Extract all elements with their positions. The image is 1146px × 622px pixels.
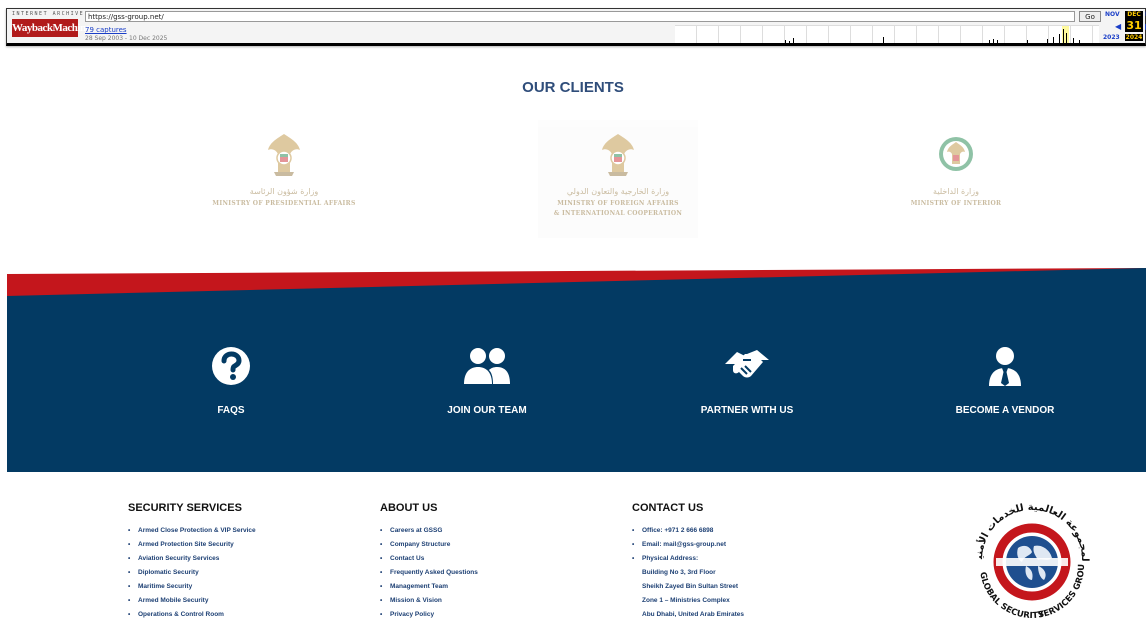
spark-bar [789,41,790,43]
url-input[interactable]: https://gss-group.net/ [85,11,1075,22]
uae-emblem-icon [602,134,634,176]
go-button[interactable]: Go [1079,11,1101,22]
list-item[interactable]: • Company Structure [380,538,478,552]
list-item[interactable]: • Frequently Asked Questions [380,566,478,580]
interior-emblem-icon [939,137,973,171]
month-prev[interactable]: NOV [1105,11,1120,18]
spark-bar [883,37,884,43]
spark-bar [1073,38,1074,43]
list-item[interactable]: • Operations & Control Room [128,608,256,622]
client-interior: وزارة الداخلية MINISTRY OF INTERIOR [876,120,1036,238]
captures-link[interactable]: 79 captures [85,26,127,34]
list-item[interactable]: • Armed Protection Site Security [128,538,256,552]
list-item[interactable]: • Aviation Security Services [128,552,256,566]
about-us-heading: ABOUT US [380,502,438,514]
spark-bar [785,40,786,43]
question-circle-icon [212,347,250,385]
security-services-column: SECURITY SERVICES • Armed Close Protectio… [128,502,256,622]
wayback-toolbar: INTERNET ARCHIVE WaybackMachine https://… [6,8,1146,46]
spark-bar [1047,39,1048,43]
wayback-logo[interactable]: WaybackMachine [12,19,90,37]
list-item[interactable]: • Armed Close Protection & VIP Service [128,524,256,538]
list-item[interactable]: • Diplomatic Security [128,566,256,580]
list-item[interactable]: • Mission & Vision [380,594,478,608]
address-line: Sheikh Zayed Bin Sultan Street [642,583,739,590]
spark-bar [793,38,794,43]
client-english-name: MINISTRY OF PRESIDENTIAL AFFAIRS [212,200,356,207]
client-foreign-affairs: وزارة الخارجية والتعاون الدولي MINISTRY … [538,120,698,238]
spark-bar [1059,34,1060,43]
join-team-link[interactable]: JOIN OUR TEAM [387,346,587,416]
contact-us-heading: CONTACT US [632,502,704,514]
list-item[interactable]: • Management Team [380,580,478,594]
about-us-column: ABOUT US • Careers at GSSG • Company Struc… [380,502,478,622]
address-line: Abu Dhabi, United Arab Emirates [642,611,744,618]
client-arabic-name: وزارة شؤون الرئاسة [249,187,319,196]
handshake-icon [725,350,769,378]
client-arabic-name: وزارة الخارجية والتعاون الدولي [566,187,670,196]
faqs-link[interactable]: FAQS [131,346,331,416]
faqs-label: FAQS [217,405,245,416]
email-link[interactable]: • Email: mail@gss-group.net [632,538,744,552]
calendar-nav: NOV DEC F ◀ 31 ▶ 2023 2024 [1103,10,1146,44]
list-item[interactable]: • Privacy Policy [380,608,478,622]
uae-emblem-icon [268,134,300,176]
list-item[interactable]: • Careers at GSSG [380,524,478,538]
address-line: Building No 3, 3rd Floor [642,569,716,576]
spark-bar [1063,29,1064,43]
spark-bar [1027,40,1028,43]
client-english-name: MINISTRY OF INTERIOR [910,200,1002,207]
spark-bar [997,40,998,43]
clients-title: OUR CLIENTS [522,79,624,96]
capture-sparkline[interactable] [675,25,1099,43]
user-tie-icon [989,347,1021,386]
client-english-name: MINISTRY OF FOREIGN AFFAIRS [557,200,679,207]
client-arabic-name: وزارة الداخلية [933,187,979,196]
client-presidential-affairs: وزارة شؤون الرئاسة MINISTRY OF PRESIDENT… [204,120,364,238]
spark-bar [1079,40,1080,43]
gss-group-logo: المجموعة العالمية للخدمات الأمنية GLOBAL… [968,496,1090,621]
internet-archive-label: INTERNET ARCHIVE [12,11,85,17]
spark-bar [989,40,990,43]
arrow-left-icon[interactable]: ◀ [1115,22,1121,31]
security-services-list: • Armed Close Protection & VIP Service • A… [128,524,256,622]
year-prev[interactable]: 2023 [1103,34,1120,41]
contact-us-column: CONTACT US • Office: +971 2 666 6898 • Ema… [632,502,744,622]
client-english-name-2: & INTERNATIONAL COOPERATION [553,210,683,217]
list-item[interactable]: • Maritime Security [128,580,256,594]
spark-bar [1053,37,1054,43]
spark-bar [993,39,994,43]
list-item[interactable]: • Armed Mobile Security [128,594,256,608]
partner-label: PARTNER WITH US [700,405,794,416]
calendar-day: 31 [1125,19,1143,32]
vendor-label: BECOME A VENDOR [955,405,1055,416]
address-label: • Physical Address: [632,555,699,562]
office-phone[interactable]: • Office: +971 2 666 6898 [632,524,744,538]
address-line: Zone 1 – Ministries Complex [642,597,730,604]
year-current: 2024 [1125,34,1143,41]
spark-bar [1066,33,1067,43]
partner-link[interactable]: PARTNER WITH US [647,346,847,416]
join-team-label: JOIN OUR TEAM [447,405,527,416]
security-services-heading: SECURITY SERVICES [128,502,242,514]
list-item[interactable]: • Contact Us [380,552,478,566]
contact-list: • Office: +971 2 666 6898 • Email: mail@gs… [632,524,744,622]
about-us-list: • Careers at GSSG • Company Structure • Con… [380,524,478,622]
capture-range: 28 Sep 2003 - 10 Dec 2025 [85,35,168,42]
users-icon [464,348,510,384]
vendor-link[interactable]: BECOME A VENDOR [905,346,1105,416]
